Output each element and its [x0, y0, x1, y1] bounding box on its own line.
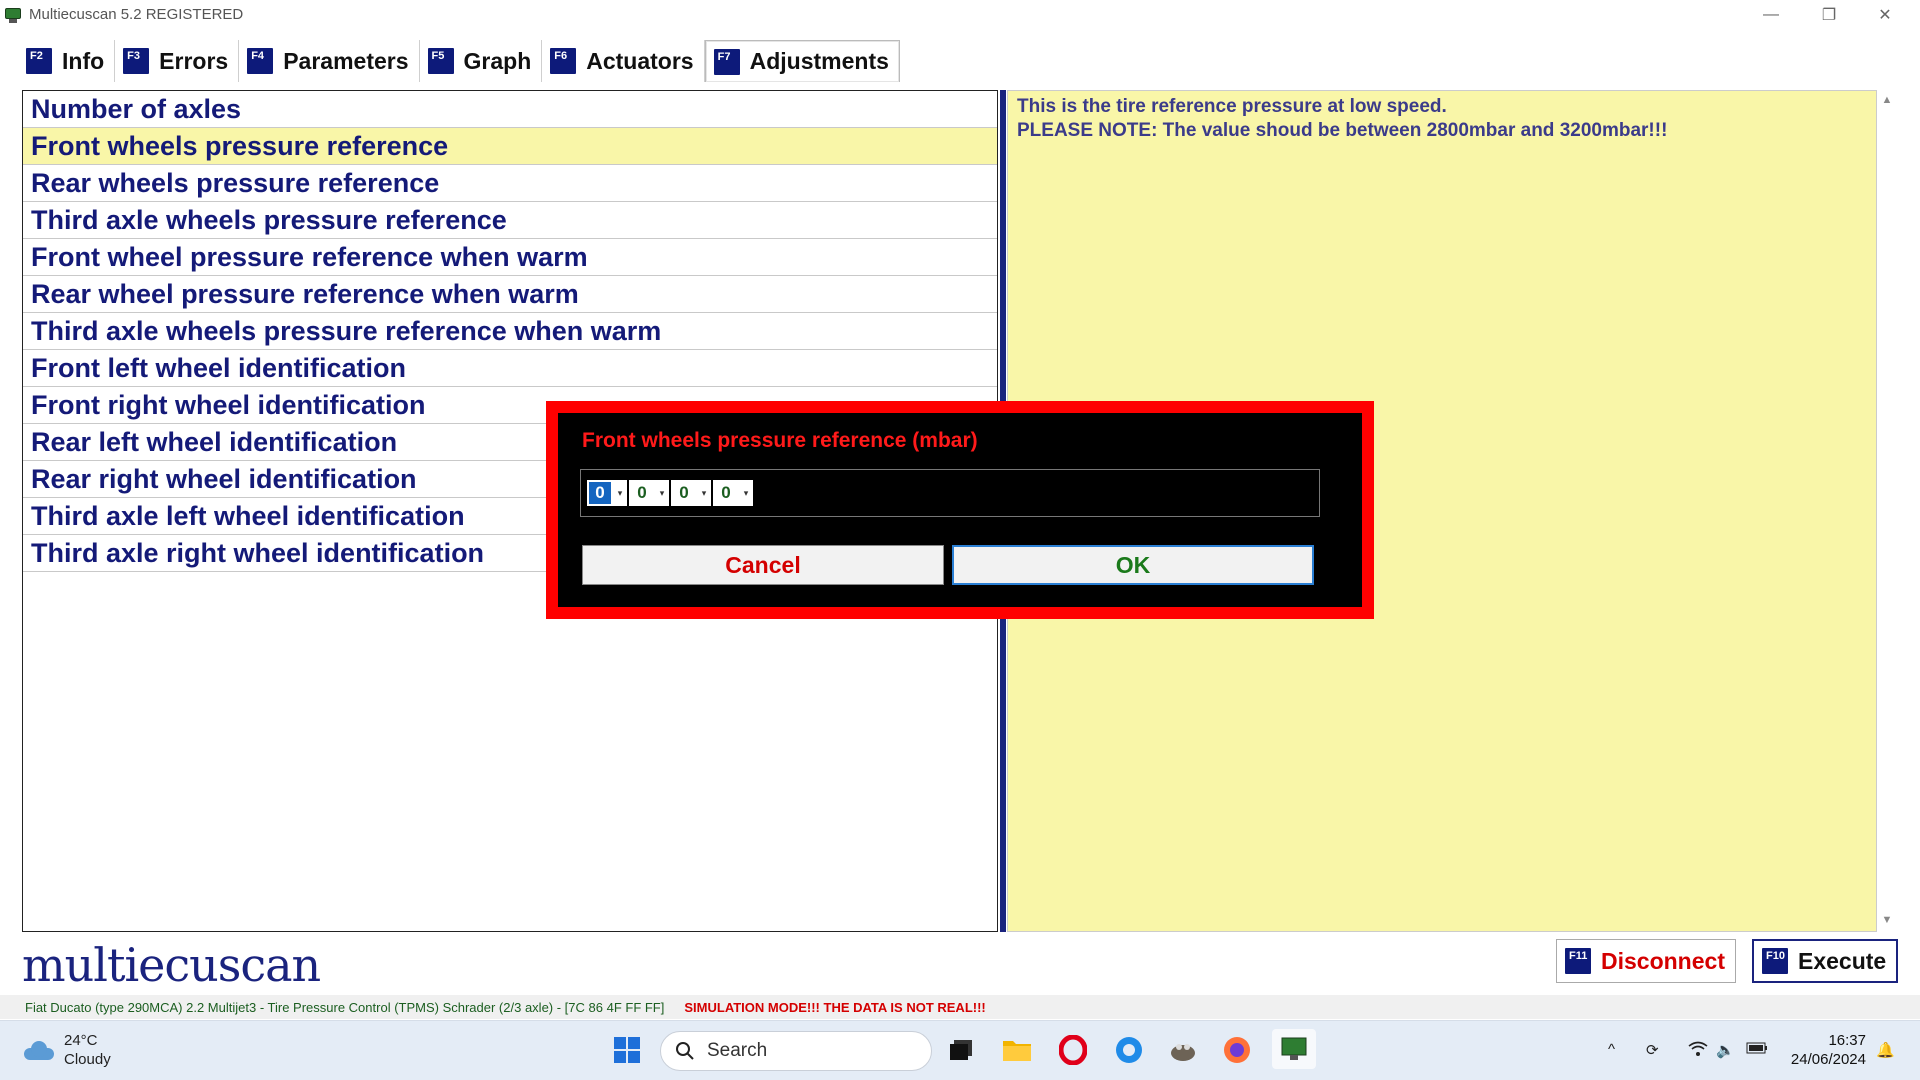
digit-spinner[interactable]: 0 ▾ — [713, 480, 753, 506]
list-item[interactable]: Number of axles — [23, 91, 997, 128]
multiecuscan-logo: multiecuscan — [22, 938, 321, 992]
gimp-icon[interactable] — [1166, 1033, 1200, 1067]
spin-down-icon[interactable]: ▾ — [697, 488, 711, 499]
list-item[interactable]: Rear wheels pressure reference — [23, 165, 997, 202]
scroll-down-icon[interactable]: ▼ — [1880, 914, 1894, 928]
digit-value[interactable]: 0 — [631, 482, 653, 504]
edge-app-icon[interactable] — [1112, 1033, 1146, 1067]
tab-bar: F2 Info F3 Errors F4 Parameters F5 Graph… — [18, 40, 900, 82]
list-item[interactable]: Front wheel pressure reference when warm — [23, 239, 997, 276]
status-bar: Fiat Ducato (type 290MCA) 2.2 Multijet3 … — [0, 995, 1920, 1019]
f5-key-icon: F5 — [427, 48, 454, 74]
list-item[interactable]: Third axle wheels pressure reference — [23, 202, 997, 239]
weather-widget[interactable]: 24°C Cloudy — [22, 1031, 111, 1069]
weather-desc: Cloudy — [64, 1051, 111, 1068]
list-item[interactable]: Third axle wheels pressure reference whe… — [23, 313, 997, 350]
spin-down-icon[interactable]: ▾ — [655, 488, 669, 499]
multiecuscan-taskbar-icon[interactable] — [1272, 1029, 1316, 1069]
execute-button[interactable]: F10 Execute — [1752, 939, 1899, 983]
list-item-selected[interactable]: Front wheels pressure reference — [23, 128, 997, 165]
disconnect-button[interactable]: F11 Disconnect — [1556, 939, 1736, 983]
search-placeholder: Search — [707, 1040, 768, 1061]
list-item[interactable]: Rear wheel pressure reference when warm — [23, 276, 997, 313]
scroll-up-icon[interactable]: ▲ — [1880, 94, 1894, 108]
multiecuscan-app-icon — [3, 6, 23, 24]
sync-icon[interactable]: ⟳ — [1646, 1041, 1659, 1059]
digit-spinner[interactable]: 0 ▾ — [671, 480, 711, 506]
tab-label: Info — [62, 47, 105, 74]
weather-temp: 24°C — [64, 1032, 98, 1049]
chevron-up-icon[interactable]: ^ — [1608, 1041, 1615, 1058]
tab-label: Graph — [463, 47, 532, 74]
tab-errors[interactable]: F3 Errors — [115, 40, 240, 82]
spin-down-icon[interactable]: ▾ — [739, 488, 753, 499]
cloud-icon — [22, 1040, 56, 1060]
notification-bell-icon[interactable]: 🔔 — [1876, 1041, 1895, 1059]
value-input: 0 ▾ 0 ▾ 0 ▾ 0 ▾ — [580, 469, 1320, 517]
digit-value[interactable]: 0 — [715, 482, 737, 504]
digit-value[interactable]: 0 — [673, 482, 695, 504]
minimize-button[interactable]: — — [1748, 0, 1794, 29]
description-note: PLEASE NOTE: The value shoud be between … — [1017, 120, 1668, 141]
clock-time: 16:37 — [1828, 1032, 1866, 1049]
tab-actuators[interactable]: F6 Actuators — [542, 40, 705, 82]
f7-key-icon: F7 — [713, 48, 740, 75]
cancel-button[interactable]: Cancel — [582, 545, 944, 585]
firefox-icon[interactable] — [1220, 1033, 1254, 1067]
tab-adjustments[interactable]: F7 Adjustments — [704, 40, 900, 82]
restore-button[interactable]: ❐ — [1806, 0, 1852, 29]
list-item[interactable]: Front left wheel identification — [23, 350, 997, 387]
tab-graph[interactable]: F5 Graph — [420, 40, 543, 82]
clock-date: 24/06/2024 — [1790, 1051, 1866, 1068]
f11-key-icon: F11 — [1565, 948, 1591, 974]
wifi-icon[interactable] — [1688, 1041, 1708, 1061]
ok-button[interactable]: OK — [952, 545, 1314, 585]
tab-label: Parameters — [283, 47, 409, 74]
file-explorer-icon[interactable] — [1000, 1033, 1034, 1067]
spin-down-icon[interactable]: ▾ — [613, 488, 627, 499]
execute-label: Execute — [1798, 947, 1887, 974]
taskbar-search[interactable]: Search — [660, 1031, 932, 1071]
tab-label: Errors — [159, 47, 229, 74]
f3-key-icon: F3 — [123, 48, 150, 74]
title-bar: Multiecuscan 5.2 REGISTERED — ❐ ✕ — [0, 0, 1920, 29]
vehicle-status: Fiat Ducato (type 290MCA) 2.2 Multijet3 … — [25, 999, 665, 1015]
start-icon[interactable] — [610, 1033, 644, 1067]
battery-icon[interactable] — [1746, 1041, 1768, 1058]
tab-label: Adjustments — [749, 48, 889, 74]
simulation-warning: SIMULATION MODE!!! THE DATA IS NOT REAL!… — [684, 999, 986, 1015]
opera-icon[interactable] — [1056, 1033, 1090, 1067]
digit-spinner[interactable]: 0 ▾ — [629, 480, 669, 506]
close-button[interactable]: ✕ — [1862, 0, 1908, 29]
digit-value[interactable]: 0 — [589, 482, 611, 504]
digit-spinner[interactable]: 0 ▾ — [587, 480, 627, 506]
taskbar: 24°C Cloudy Search ^ ⟳ 🔈 16:37 24/06/202… — [0, 1020, 1920, 1080]
value-entry-dialog: Front wheels pressure reference (mbar) 0… — [546, 401, 1374, 619]
f4-key-icon: F4 — [247, 48, 274, 74]
tab-label: Actuators — [586, 47, 694, 74]
dialog-title: Front wheels pressure reference (mbar) — [582, 429, 978, 452]
f2-key-icon: F2 — [26, 48, 52, 74]
clock[interactable]: 16:37 24/06/2024 — [1786, 1031, 1866, 1069]
window-title: Multiecuscan 5.2 REGISTERED — [29, 6, 244, 23]
tab-parameters[interactable]: F4 Parameters — [239, 40, 420, 82]
task-view-icon[interactable] — [944, 1033, 978, 1067]
tab-info[interactable]: F2 Info — [18, 40, 116, 82]
f6-key-icon: F6 — [550, 48, 577, 74]
volume-icon[interactable]: 🔈 — [1716, 1041, 1735, 1059]
search-icon — [676, 1042, 694, 1060]
description-line: This is the tire reference pressure at l… — [1017, 96, 1447, 117]
disconnect-label: Disconnect — [1601, 947, 1725, 974]
f10-key-icon: F10 — [1762, 948, 1788, 974]
